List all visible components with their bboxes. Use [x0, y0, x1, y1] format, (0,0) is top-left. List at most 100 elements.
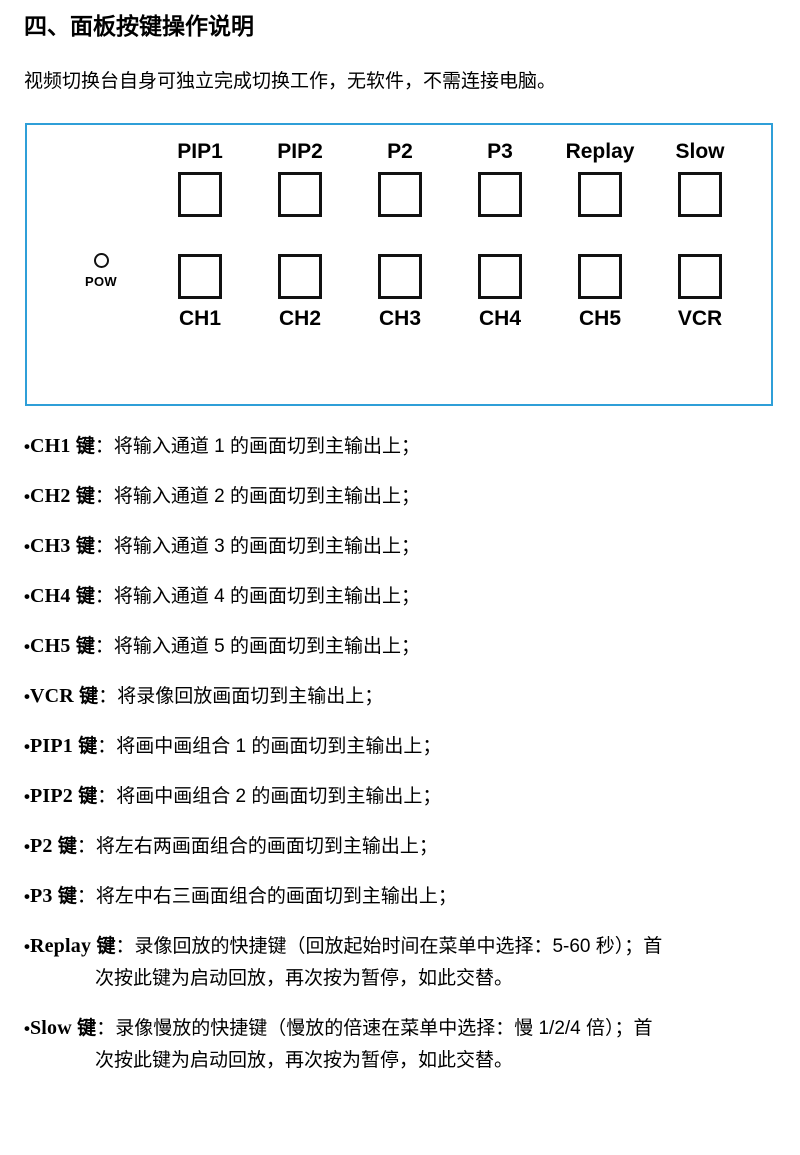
panel-key-label: PIP1	[177, 140, 223, 163]
panel-key-label: CH5	[578, 307, 621, 330]
panel-key-label: Replay	[565, 140, 635, 163]
key-grid: PIP1 PIP2 P2 P3 Replay Slow CH1 CH2 CH3 …	[150, 141, 750, 329]
desc-line-primary: •P2 键：将左右两画面组合的画面切到主输出上；	[24, 832, 776, 861]
desc-body: ：将画中画组合 1 的画面切到主输出上；	[97, 736, 442, 757]
panel-key-label: P3	[487, 140, 513, 163]
desc-body: ：将输入通道 5 的画面切到主输出上；	[94, 636, 420, 657]
panel-key-button[interactable]	[678, 254, 722, 299]
panel-key-label: CH3	[378, 307, 421, 330]
panel-key-ch2[interactable]: CH2	[250, 254, 350, 329]
key-name: Replay	[29, 935, 92, 957]
desc-line-primary: •PIP2 键：将画中画组合 2 的画面切到主输出上；	[24, 782, 776, 811]
list-item: •PIP1 键：将画中画组合 1 的画面切到主输出上；	[24, 732, 776, 761]
desc-body: ：将画中画组合 2 的画面切到主输出上；	[97, 786, 442, 807]
key-row-top: PIP1 PIP2 P2 P3 Replay Slow	[150, 141, 750, 217]
panel-key-p3[interactable]: P3	[450, 141, 550, 217]
key-name: CH1	[29, 435, 71, 457]
panel-key-ch5[interactable]: CH5	[550, 254, 650, 329]
panel-key-label: CH2	[278, 307, 321, 330]
list-item: •CH2 键：将输入通道 2 的画面切到主输出上；	[24, 482, 776, 511]
panel-key-button[interactable]	[278, 254, 322, 299]
panel-key-pip1[interactable]: PIP1	[150, 141, 250, 217]
desc-line-primary: •CH5 键：将输入通道 5 的画面切到主输出上；	[24, 632, 776, 661]
key-word: 键	[79, 686, 99, 707]
panel-key-button[interactable]	[478, 254, 522, 299]
key-name: P3	[29, 885, 53, 907]
panel-key-button[interactable]	[178, 254, 222, 299]
key-name: PIP1	[29, 735, 73, 757]
panel-key-button[interactable]	[578, 172, 622, 217]
panel-key-button[interactable]	[678, 172, 722, 217]
list-item: •CH3 键：将输入通道 3 的画面切到主输出上；	[24, 532, 776, 561]
list-item: •P2 键：将左右两画面组合的画面切到主输出上；	[24, 832, 776, 861]
desc-body: ：将输入通道 3 的画面切到主输出上；	[94, 536, 420, 557]
panel-key-ch3[interactable]: CH3	[350, 254, 450, 329]
page-title: 四、面板按键操作说明	[24, 13, 254, 39]
panel-key-slow[interactable]: Slow	[650, 141, 750, 217]
key-word: 键	[75, 536, 95, 557]
key-word: 键	[77, 1017, 97, 1039]
desc-line-primary: •Slow 键：录像慢放的快捷键（慢放的倍速在菜单中选择：慢 1/2/4 倍）；…	[24, 1014, 776, 1043]
key-word: 键	[75, 436, 95, 457]
key-word: 键	[78, 736, 98, 757]
power-indicator-group: POW	[73, 253, 129, 289]
list-item: •CH4 键：将输入通道 4 的画面切到主输出上；	[24, 582, 776, 611]
key-row-bottom: CH1 CH2 CH3 CH4 CH5 VCR	[150, 254, 750, 329]
desc-line-primary: •CH2 键：将输入通道 2 的画面切到主输出上；	[24, 482, 776, 511]
desc-line-primary: •CH1 键：将输入通道 1 的画面切到主输出上；	[24, 432, 776, 461]
desc-body: ：将输入通道 4 的画面切到主输出上；	[94, 586, 420, 607]
list-item: •P3 键：将左中右三画面组合的画面切到主输出上；	[24, 882, 776, 911]
desc-body: ：将输入通道 1 的画面切到主输出上；	[94, 436, 420, 457]
desc-line-primary: •P3 键：将左中右三画面组合的画面切到主输出上；	[24, 882, 776, 911]
desc-line-primary: •CH4 键：将输入通道 4 的画面切到主输出上；	[24, 582, 776, 611]
panel-key-button[interactable]	[578, 254, 622, 299]
panel-key-label: VCR	[677, 307, 723, 330]
panel-key-label: P2	[387, 140, 413, 163]
desc-line-continued: 次按此键为启动回放，再次按为暂停，如此交替。	[95, 968, 514, 989]
panel-key-replay[interactable]: Replay	[550, 141, 650, 217]
desc-line-primary: •VCR 键：将录像回放画面切到主输出上；	[24, 682, 776, 711]
key-name: CH4	[29, 585, 71, 607]
power-indicator-label: POW	[85, 274, 117, 289]
desc-body: ：将输入通道 2 的画面切到主输出上；	[94, 486, 420, 507]
desc-line-primary: •CH3 键：将输入通道 3 的画面切到主输出上；	[24, 532, 776, 561]
panel-key-button[interactable]	[378, 172, 422, 217]
panel-key-ch1[interactable]: CH1	[150, 254, 250, 329]
key-name: VCR	[29, 685, 74, 707]
key-description-list: •CH1 键：将输入通道 1 的画面切到主输出上； •CH2 键：将输入通道 2…	[24, 432, 776, 1095]
desc-body: ：录像回放的快捷键（回放起始时间在菜单中选择：5-60 秒）；首	[115, 936, 663, 957]
list-item: •VCR 键：将录像回放画面切到主输出上；	[24, 682, 776, 711]
key-word: 键	[75, 486, 95, 507]
desc-body: ：录像慢放的快捷键（慢放的倍速在菜单中选择：慢 1/2/4 倍）；首	[96, 1017, 653, 1039]
panel-key-label: CH4	[478, 307, 521, 330]
desc-body: ：将左中右三画面组合的画面切到主输出上；	[76, 886, 457, 907]
list-item: •PIP2 键：将画中画组合 2 的画面切到主输出上；	[24, 782, 776, 811]
panel-key-ch4[interactable]: CH4	[450, 254, 550, 329]
panel-key-vcr[interactable]: VCR	[650, 254, 750, 329]
key-name: P2	[29, 835, 53, 857]
key-name: CH5	[29, 635, 71, 657]
key-word: 键	[75, 586, 95, 607]
panel-key-button[interactable]	[178, 172, 222, 217]
list-item: •Slow 键：录像慢放的快捷键（慢放的倍速在菜单中选择：慢 1/2/4 倍）；…	[24, 1014, 776, 1075]
panel-key-pip2[interactable]: PIP2	[250, 141, 350, 217]
panel-key-label: Slow	[675, 140, 725, 163]
key-name: Slow	[29, 1016, 72, 1039]
panel-key-button[interactable]	[378, 254, 422, 299]
panel-key-p2[interactable]: P2	[350, 141, 450, 217]
desc-body: ：将左右两画面组合的画面切到主输出上；	[76, 836, 438, 857]
control-panel-diagram: POW PIP1 PIP2 P2 P3 Replay Slow CH1 CH2 …	[25, 123, 773, 406]
power-led-circle-icon	[93, 253, 109, 268]
intro-paragraph: 视频切换台自身可独立完成切换工作，无软件，不需连接电脑。	[24, 71, 557, 92]
key-name: CH2	[29, 485, 71, 507]
list-item: •Replay 键：录像回放的快捷键（回放起始时间在菜单中选择：5-60 秒）；…	[24, 932, 776, 993]
key-word: 键	[78, 786, 98, 807]
key-word: 键	[96, 936, 116, 957]
desc-line-primary: •PIP1 键：将画中画组合 1 的画面切到主输出上；	[24, 732, 776, 761]
panel-key-button[interactable]	[278, 172, 322, 217]
key-name: PIP2	[29, 785, 73, 807]
panel-key-button[interactable]	[478, 172, 522, 217]
key-word: 键	[57, 836, 77, 857]
key-name: CH3	[29, 535, 71, 557]
panel-key-label: CH1	[178, 307, 221, 330]
